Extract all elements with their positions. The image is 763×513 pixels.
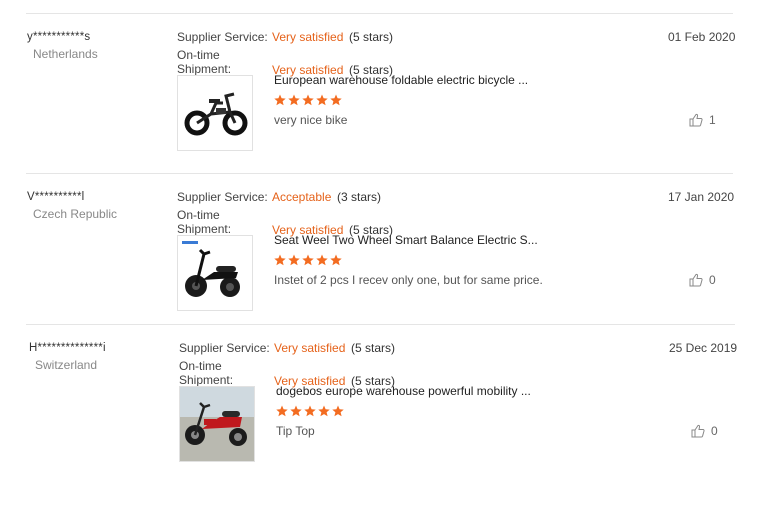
product-title[interactable]: Seat Weel Two Wheel Smart Balance Electr… — [274, 233, 538, 247]
reviewer-country: Netherlands — [33, 47, 98, 61]
review-date: 01 Feb 2020 — [668, 30, 736, 44]
product-title[interactable]: European warehouse foldable electric bic… — [274, 73, 528, 87]
like-count: 0 — [711, 424, 718, 438]
thumbs-up-icon — [689, 113, 703, 127]
supplier-service-label: Supplier Service: — [177, 30, 268, 44]
red-chopper-scooter-icon — [180, 387, 254, 461]
folding-ebike-icon — [184, 92, 248, 136]
star-icon — [316, 254, 328, 266]
star-icon — [274, 254, 286, 266]
review-comment: Instet of 2 pcs I recev only one, but fo… — [274, 273, 543, 287]
star-rating — [274, 94, 342, 106]
star-icon — [302, 254, 314, 266]
like-count: 1 — [709, 113, 716, 127]
star-rating — [276, 405, 344, 417]
supplier-stars: (3 stars) — [337, 190, 382, 204]
supplier-service-label: Supplier Service: — [179, 341, 270, 355]
star-icon — [316, 94, 328, 106]
star-rating — [274, 254, 342, 266]
helpful-button[interactable]: 0 — [691, 424, 718, 438]
review-comment: Tip Top — [276, 424, 315, 438]
star-icon — [304, 405, 316, 417]
star-icon — [290, 405, 302, 417]
top-divider — [26, 13, 733, 14]
supplier-rating: Acceptable — [272, 190, 332, 204]
reviewer-country: Switzerland — [35, 358, 98, 372]
on-time-label: On-time — [177, 208, 220, 222]
shipment-label: Shipment: — [177, 222, 232, 236]
supplier-stars: (5 stars) — [349, 30, 394, 44]
star-icon — [330, 94, 342, 106]
review-date: 17 Jan 2020 — [668, 190, 735, 204]
star-icon — [288, 254, 300, 266]
reviewer-country: Czech Republic — [33, 207, 118, 221]
supplier-rating: Very satisfied — [274, 341, 346, 355]
star-icon — [274, 94, 286, 106]
star-icon — [330, 254, 342, 266]
star-icon — [276, 405, 288, 417]
electric-scooter-icon — [182, 241, 240, 297]
star-icon — [332, 405, 344, 417]
shipment-label: Shipment: — [177, 62, 232, 76]
star-icon — [302, 94, 314, 106]
helpful-button[interactable]: 1 — [689, 113, 716, 127]
reviewer-name: y***********s — [27, 31, 91, 43]
supplier-stars: (5 stars) — [351, 341, 396, 355]
on-time-label: On-time — [179, 359, 222, 373]
product-title[interactable]: dogebos europe warehouse powerful mobili… — [276, 384, 531, 398]
thumbs-up-icon — [691, 424, 705, 438]
supplier-service-label: Supplier Service: — [177, 190, 268, 204]
product-thumbnail[interactable] — [177, 235, 253, 311]
review-divider — [26, 324, 735, 325]
on-time-label: On-time — [177, 48, 220, 62]
like-count: 0 — [709, 273, 716, 287]
star-icon — [318, 405, 330, 417]
reviewer-name: V**********l — [27, 191, 85, 203]
reviewer-name: H**************i — [29, 342, 106, 354]
helpful-button[interactable]: 0 — [689, 273, 716, 287]
product-thumbnail[interactable] — [177, 75, 253, 151]
review-comment: very nice bike — [274, 113, 348, 127]
thumbs-up-icon — [689, 273, 703, 287]
review-date: 25 Dec 2019 — [669, 341, 738, 355]
product-thumbnail[interactable] — [179, 386, 255, 462]
shipment-label: Shipment: — [179, 373, 234, 387]
review-divider — [26, 173, 733, 174]
supplier-rating: Very satisfied — [272, 30, 344, 44]
star-icon — [288, 94, 300, 106]
